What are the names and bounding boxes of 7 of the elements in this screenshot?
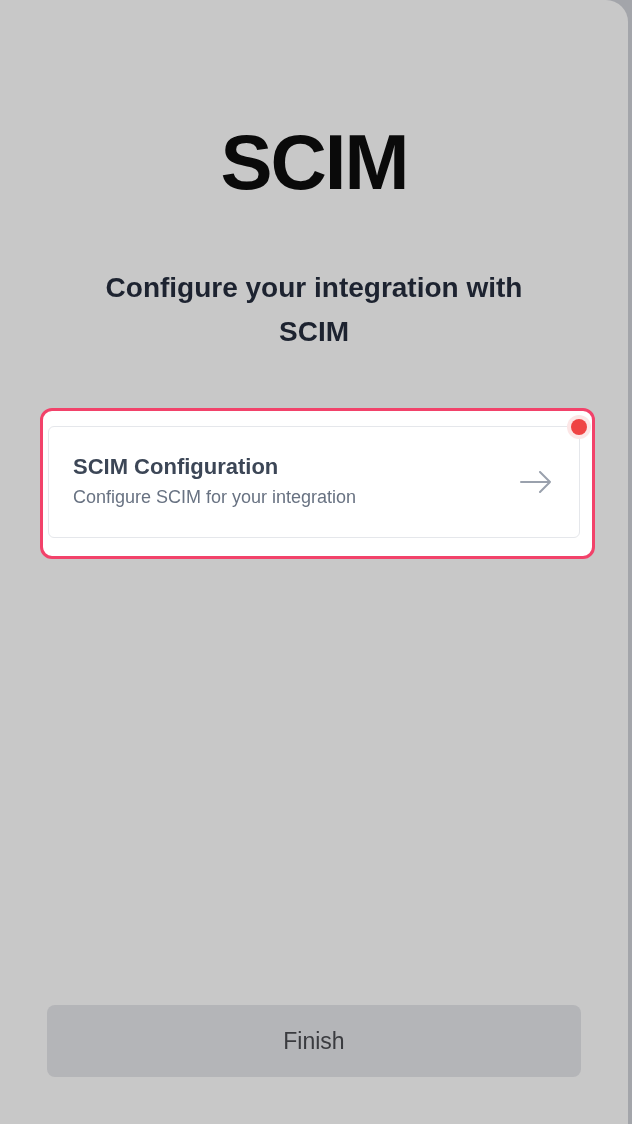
logo: SCIM — [220, 123, 408, 201]
card-title: SCIM Configuration — [73, 453, 280, 481]
finish-button[interactable]: Finish — [47, 1005, 581, 1077]
arrow-right-icon — [520, 471, 552, 493]
page-heading: Configure your integration with SCIM — [104, 271, 524, 349]
configuration-card[interactable]: SCIM Configuration Configure SCIM for your integration — [48, 426, 580, 538]
card-description: Configure SCIM for your integration — [73, 486, 358, 509]
